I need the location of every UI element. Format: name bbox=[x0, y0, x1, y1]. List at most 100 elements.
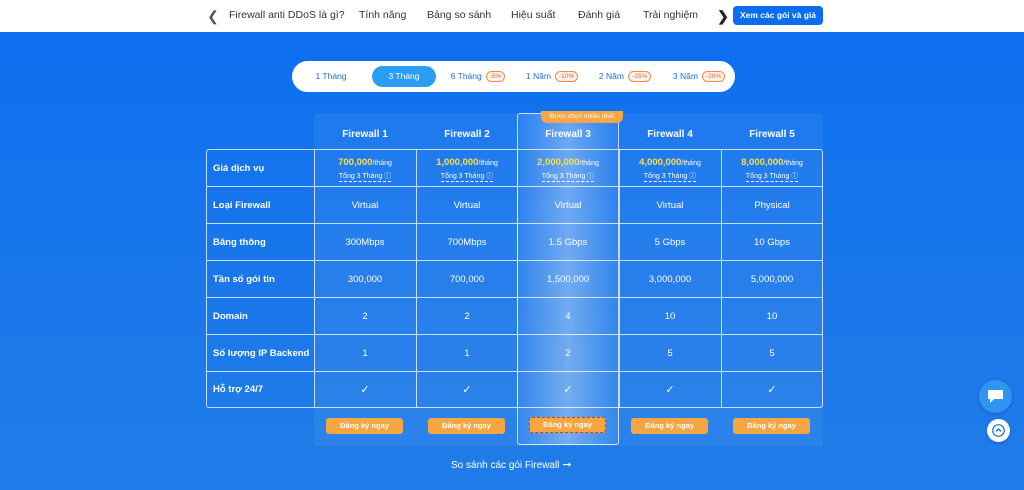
price-unit: /tháng bbox=[372, 160, 392, 167]
row-divider bbox=[206, 260, 823, 261]
period-6-months[interactable]: 6 Tháng -5% bbox=[448, 66, 508, 87]
row-divider bbox=[206, 297, 823, 298]
total-text: Tổng 3 Tháng bbox=[338, 173, 383, 180]
cell-type: Virtual bbox=[453, 200, 481, 211]
price-value: 1,000,000 bbox=[436, 157, 479, 168]
nav-link-firewall-info[interactable]: Firewall anti DDoS là gì? bbox=[229, 9, 345, 21]
register-button-firewall-3[interactable]: Đăng ký ngay bbox=[529, 417, 606, 433]
row-divider bbox=[206, 186, 823, 187]
compare-plans-link[interactable]: So sánh các gói Firewall ➞ bbox=[451, 458, 572, 471]
row-divider bbox=[206, 371, 823, 372]
plan-header: Firewall 2 bbox=[444, 129, 490, 140]
period-total[interactable]: Tổng 3 Tháng ⓘ bbox=[314, 171, 416, 182]
register-button-firewall-1[interactable]: Đăng ký ngay bbox=[326, 418, 403, 434]
chat-button[interactable] bbox=[979, 380, 1012, 413]
total-text: Tổng 3 Tháng bbox=[541, 173, 586, 180]
period-total[interactable]: Tổng 3 Tháng ⓘ bbox=[619, 171, 721, 182]
total-text: Tổng 3 Tháng bbox=[745, 173, 790, 180]
chevron-left-icon[interactable]: ❮ bbox=[206, 7, 220, 25]
chat-icon bbox=[988, 390, 1003, 403]
cell-backend-ip: 5 bbox=[769, 348, 775, 359]
nav-link-experience[interactable]: Trải nghiệm bbox=[643, 9, 698, 21]
price-value: 4,000,000 bbox=[639, 157, 682, 168]
cell-bandwidth: 5 Gbps bbox=[654, 237, 686, 248]
info-icon: ⓘ bbox=[689, 173, 697, 180]
cell-bandwidth: 300Mbps bbox=[345, 237, 385, 248]
period-total-label: Tổng 3 Tháng ⓘ bbox=[745, 173, 799, 182]
period-1-month[interactable]: 1 Tháng bbox=[306, 66, 356, 87]
period-label: 3 Tháng bbox=[388, 71, 420, 81]
price-unit: /tháng bbox=[681, 160, 701, 167]
price-value: 8,000,000 bbox=[741, 157, 784, 168]
row-label-support: Hỗ trợ 24/7 bbox=[213, 384, 264, 395]
arrow-right-icon: ➞ bbox=[562, 459, 572, 471]
discount-badge: -10% bbox=[554, 71, 579, 83]
cell-bandwidth: 1.5 Gbps bbox=[548, 237, 588, 248]
total-text: Tổng 3 Tháng bbox=[440, 173, 485, 180]
price-value: 2,000,000 bbox=[537, 157, 580, 168]
check-icon: ✓ bbox=[665, 384, 675, 396]
nav-link-reviews[interactable]: Đánh giá bbox=[578, 9, 620, 21]
period-2-years[interactable]: 2 Năm -15% bbox=[595, 66, 655, 87]
info-icon: ⓘ bbox=[384, 173, 392, 180]
period-total-label: Tổng 3 Tháng ⓘ bbox=[541, 173, 595, 182]
cell-domain: 4 bbox=[565, 311, 571, 322]
cell-bandwidth: 700Mbps bbox=[447, 237, 487, 248]
chevron-right-icon[interactable]: ❯ bbox=[716, 7, 730, 25]
nav-link-performance[interactable]: Hiệu suất bbox=[511, 9, 555, 21]
cell-pps: 700,000 bbox=[449, 274, 485, 285]
plan-header: Firewall 4 bbox=[647, 129, 693, 140]
nav-link-comparison[interactable]: Bảng so sánh bbox=[427, 9, 491, 21]
period-1-year[interactable]: 1 Năm -10% bbox=[522, 66, 582, 87]
plan-header: Firewall 1 bbox=[342, 129, 388, 140]
period-3-years[interactable]: 3 Năm -20% bbox=[669, 66, 729, 87]
cell-backend-ip: 2 bbox=[565, 348, 571, 359]
compare-link-label: So sánh các gói Firewall bbox=[451, 460, 560, 471]
cell-backend-ip: 5 bbox=[667, 348, 673, 359]
period-total-label: Tổng 3 Tháng ⓘ bbox=[338, 173, 392, 182]
discount-badge: -15% bbox=[627, 71, 652, 83]
price-unit: /tháng bbox=[579, 160, 599, 167]
price-unit: /tháng bbox=[783, 160, 803, 167]
period-total[interactable]: Tổng 3 Tháng ⓘ bbox=[416, 171, 518, 182]
info-icon: ⓘ bbox=[791, 173, 799, 180]
cell-pps: 1,500,000 bbox=[546, 274, 590, 285]
period-total[interactable]: Tổng 3 Tháng ⓘ bbox=[517, 171, 619, 182]
period-3-months[interactable]: 3 Tháng bbox=[372, 66, 436, 87]
check-icon: ✓ bbox=[563, 384, 573, 396]
register-button-firewall-2[interactable]: Đăng ký ngay bbox=[428, 418, 505, 434]
row-divider bbox=[206, 334, 823, 335]
check-icon: ✓ bbox=[767, 384, 777, 396]
plan-header: Firewall 5 bbox=[749, 129, 795, 140]
row-label-pps: Tần số gói tin bbox=[213, 274, 275, 285]
period-label: 1 Năm bbox=[525, 71, 551, 81]
price-value: 700,000 bbox=[338, 157, 373, 168]
cell-backend-ip: 1 bbox=[464, 348, 470, 359]
row-label-backend-ip: Số lượng IP Backend bbox=[213, 348, 310, 359]
cell-domain: 10 bbox=[766, 311, 778, 322]
cell-type: Virtual bbox=[656, 200, 684, 211]
view-plans-button[interactable]: Xem các gói và giá bbox=[733, 6, 823, 25]
nav-link-features[interactable]: Tính năng bbox=[359, 9, 406, 21]
scroll-to-top-button[interactable] bbox=[987, 419, 1010, 442]
info-icon: ⓘ bbox=[587, 173, 595, 180]
period-selector: 1 Tháng 3 Tháng 6 Tháng -5% 1 Năm -10% 2 N… bbox=[292, 61, 735, 92]
plan-price: 2,000,000/tháng bbox=[517, 157, 619, 168]
row-divider bbox=[206, 223, 823, 224]
register-button-firewall-4[interactable]: Đăng ký ngay bbox=[631, 418, 708, 434]
most-popular-badge: Được chọn nhiều nhất bbox=[541, 111, 623, 123]
info-icon: ⓘ bbox=[486, 173, 494, 180]
row-label-price: Giá dịch vụ bbox=[213, 163, 265, 174]
plan-price: 8,000,000/tháng bbox=[721, 157, 823, 168]
check-icon: ✓ bbox=[360, 384, 370, 396]
cell-type: Virtual bbox=[554, 200, 582, 211]
cell-type: Physical bbox=[754, 200, 790, 211]
period-total[interactable]: Tổng 3 Tháng ⓘ bbox=[721, 171, 823, 182]
check-icon: ✓ bbox=[462, 384, 472, 396]
top-nav: ❮ Firewall anti DDoS là gì? Tính năng Bả… bbox=[0, 0, 1024, 32]
chevron-up-icon bbox=[992, 424, 1005, 437]
period-total-label: Tổng 3 Tháng ⓘ bbox=[440, 173, 494, 182]
period-label: 2 Năm bbox=[598, 71, 624, 81]
register-button-firewall-5[interactable]: Đăng ký ngay bbox=[733, 418, 810, 434]
plan-price: 700,000/tháng bbox=[314, 157, 416, 168]
